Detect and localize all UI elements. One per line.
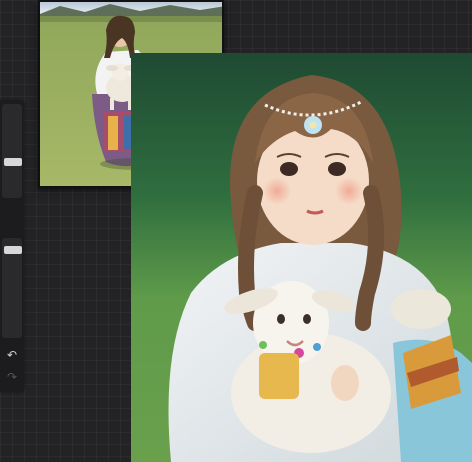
redo-arrow-icon[interactable]: ↷	[4, 370, 20, 384]
painting-artwork	[131, 53, 472, 462]
brush-opacity-slider[interactable]	[2, 238, 22, 338]
brush-opacity-thumb[interactable]	[4, 246, 22, 254]
brush-size-thumb[interactable]	[4, 158, 22, 166]
undo-arrow-icon[interactable]: ↶	[4, 348, 20, 362]
painting-canvas[interactable]	[131, 53, 472, 462]
brush-sidebar: ↶ ↷	[0, 100, 24, 392]
brush-size-slider[interactable]	[2, 104, 22, 198]
